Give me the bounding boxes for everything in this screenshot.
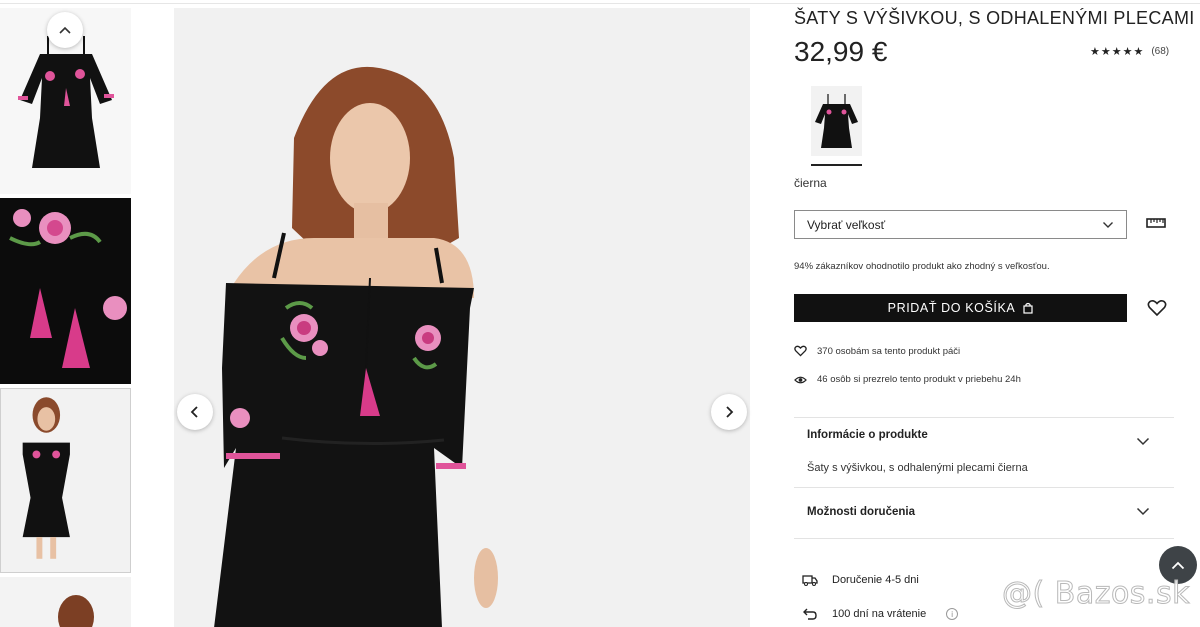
- chevron-down-icon: [1103, 221, 1113, 228]
- size-guide-button[interactable]: [1146, 216, 1166, 235]
- truck-icon: [802, 575, 818, 586]
- returns-info: 100 dní na vrátenie i: [802, 607, 959, 621]
- product-price: 32,99 €: [794, 36, 888, 67]
- rating-stars: ★★★★★: [1090, 46, 1145, 58]
- product-title: ŠATY S VÝŠIVKOU, S ODHALENÝMI PLECAMI: [794, 8, 1195, 28]
- chevron-up-icon: [59, 26, 71, 34]
- image-next-button[interactable]: [711, 394, 747, 430]
- info-icon[interactable]: i: [946, 608, 959, 620]
- size-select-placeholder: Vybrať veľkosť: [807, 217, 886, 232]
- ruler-icon: [1146, 218, 1166, 228]
- size-fit-note: 94% zákazníkov ohodnotilo produkt ako zh…: [794, 261, 1050, 272]
- chevron-left-icon: [190, 406, 198, 418]
- accordion-delivery-title: Možnosti doručenia: [807, 506, 915, 518]
- wishlist-button[interactable]: [1147, 299, 1167, 322]
- accordion-product-info-body: Šaty s výšivkou, s odhalenými plecami či…: [807, 462, 1028, 474]
- eye-icon: [794, 376, 807, 383]
- image-prev-button[interactable]: [177, 394, 213, 430]
- returns-text: 100 dní na vrátenie: [832, 608, 927, 620]
- swatch-selected-indicator: [811, 164, 862, 166]
- delivery-time-info: Doručenie 4-5 dni: [802, 574, 919, 586]
- chevron-up-icon: [1171, 561, 1185, 569]
- product-rating[interactable]: ★★★★★ (68): [1090, 45, 1169, 58]
- thumbnails-scroll-up-button[interactable]: [47, 12, 83, 48]
- thumbnail-model-back[interactable]: [0, 577, 131, 627]
- color-swatch-image: [811, 86, 862, 156]
- rating-count: (68): [1151, 46, 1170, 57]
- size-select[interactable]: Vybrať veľkosť: [794, 210, 1127, 239]
- chevron-down-icon[interactable]: [1136, 437, 1150, 446]
- add-to-cart-label: PRIDAŤ DO KOŠÍKA: [887, 301, 1016, 315]
- accordion-product-info[interactable]: Informácie o produkte Šaty s výšivkou, s…: [794, 417, 1174, 487]
- selected-color-name: čierna: [794, 176, 827, 190]
- chevron-right-icon: [726, 406, 734, 418]
- delivery-time-text: Doručenie 4-5 dni: [832, 574, 919, 586]
- heart-icon: [794, 345, 807, 357]
- thumbnail-model-full[interactable]: [0, 388, 131, 573]
- thumbnail-embroidery-detail[interactable]: [0, 198, 131, 384]
- bag-icon: [1023, 302, 1033, 314]
- top-divider: [0, 0, 1200, 4]
- accordion-delivery[interactable]: Možnosti doručenia: [794, 487, 1174, 539]
- accordion-product-info-title: Informácie o produkte: [807, 429, 928, 441]
- color-swatch-black[interactable]: [811, 86, 862, 166]
- main-product-image: [174, 8, 750, 627]
- likes-text: 370 osobám sa tento produkt páči: [817, 345, 961, 357]
- views-text: 46 osôb si prezrelo tento produkt v prie…: [817, 374, 1021, 385]
- heart-icon: [1147, 300, 1167, 317]
- chevron-down-icon[interactable]: [1136, 507, 1150, 516]
- add-to-cart-button[interactable]: PRIDAŤ DO KOŠÍKA: [794, 294, 1127, 322]
- return-arrow-icon: [803, 608, 817, 620]
- views-info: 46 osôb si prezrelo tento produkt v prie…: [794, 374, 1021, 385]
- thumbnail-gallery: [0, 8, 132, 627]
- likes-info: 370 osobám sa tento produkt páči: [794, 345, 960, 357]
- watermark: @( Bazos.sk: [1002, 576, 1190, 612]
